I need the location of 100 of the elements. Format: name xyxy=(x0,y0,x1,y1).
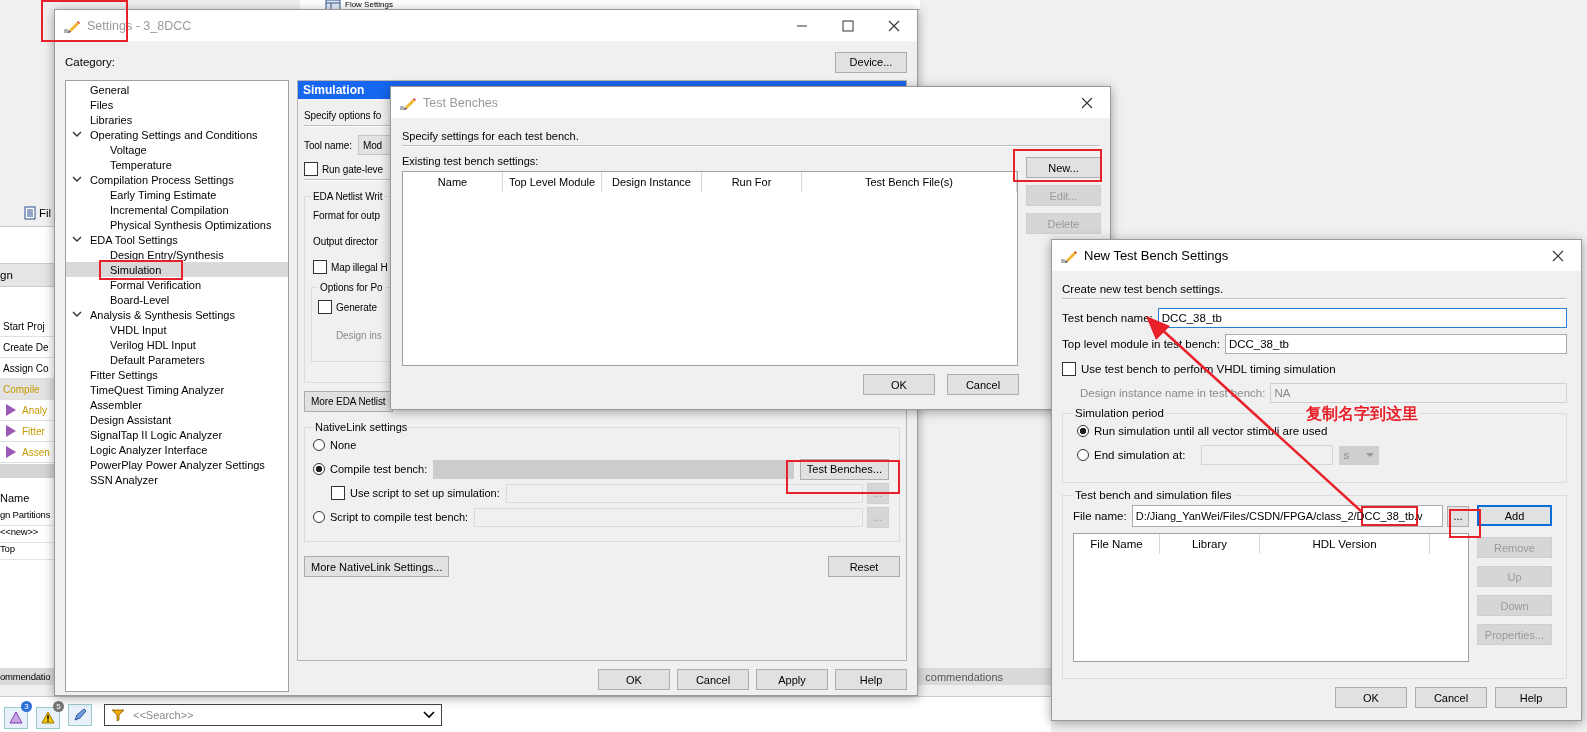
dialog-button[interactable]: OK xyxy=(1335,687,1407,708)
tree-item[interactable]: Physical Synthesis Optimizations xyxy=(66,217,288,232)
time-field[interactable] xyxy=(1201,445,1334,465)
checkbox[interactable] xyxy=(331,486,345,500)
dialog-button[interactable]: Help xyxy=(835,669,907,690)
checkbox[interactable] xyxy=(313,260,327,274)
section-bar xyxy=(0,464,54,478)
column-header: Test Bench File(s) xyxy=(802,172,1017,192)
tree-item[interactable]: Libraries xyxy=(66,112,288,127)
tree-item[interactable]: Logic Analyzer Interface xyxy=(66,442,288,457)
checkbox-label: Use script to set up simulation: xyxy=(350,487,500,499)
radio-label: Script to compile test bench: xyxy=(330,511,469,523)
test-benches-button[interactable]: Test Benches... xyxy=(799,458,889,480)
tree-item[interactable]: SignalTap II Logic Analyzer xyxy=(66,427,288,442)
tree-item[interactable]: Design Entry/Synthesis xyxy=(66,247,288,262)
radio-button[interactable] xyxy=(1077,449,1089,461)
radio-button[interactable] xyxy=(313,439,325,451)
radio-button[interactable] xyxy=(1077,425,1089,437)
unit-value: s xyxy=(1343,449,1350,461)
count-badge: 5 xyxy=(53,700,64,712)
tree-item[interactable]: Design Assistant xyxy=(66,412,288,427)
tree-item[interactable]: TimeQuest Timing Analyzer xyxy=(66,382,288,397)
tree-item[interactable]: Operating Settings and Conditions xyxy=(66,127,288,142)
group-title: EDA Netlist Writ xyxy=(312,191,384,202)
annotation-text: 复制名字到这里 xyxy=(1304,404,1420,425)
close-icon xyxy=(888,19,900,32)
document-icon xyxy=(24,206,36,220)
field-label: Tool name: xyxy=(304,139,352,151)
column-header: Name xyxy=(403,172,503,192)
radio-button[interactable] xyxy=(313,463,325,475)
field-label: Format for outp xyxy=(312,208,381,223)
warning-icon xyxy=(41,711,55,724)
checkbox[interactable] xyxy=(318,300,332,314)
more-button[interactable]: More EDA Netlist xyxy=(304,391,393,412)
toolbar-button[interactable] xyxy=(4,706,28,729)
more-button[interactable]: More NativeLink Settings... xyxy=(304,556,450,577)
side-button[interactable]: New... xyxy=(1026,157,1101,178)
tree-item[interactable]: Verilog HDL Input xyxy=(66,337,288,352)
column-header: HDL Version xyxy=(1260,534,1430,554)
tree-item[interactable]: General xyxy=(66,82,288,97)
radio-button[interactable] xyxy=(313,511,325,523)
tree-item[interactable]: Compilation Process Settings xyxy=(66,172,288,187)
dialog-button[interactable]: Cancel xyxy=(947,374,1019,395)
description: Specify settings for each test bench. xyxy=(402,129,580,144)
tree-item[interactable]: Simulation xyxy=(66,262,288,277)
triangle-icon xyxy=(9,711,23,724)
tab[interactable]: ommendatio xyxy=(0,671,51,682)
tree-item[interactable]: PowerPlay Power Analyzer Settings xyxy=(66,457,288,472)
tree-item[interactable]: SSN Analyzer xyxy=(66,472,288,487)
dropdown-icon xyxy=(1365,452,1376,458)
field-label: Output director xyxy=(312,234,379,249)
tree-item[interactable]: Voltage xyxy=(66,142,288,157)
column-header: File Name xyxy=(1074,534,1160,554)
checkbox[interactable] xyxy=(304,162,318,176)
list-label: Existing test bench settings: xyxy=(402,154,540,169)
menu-item[interactable]: Flow Settings xyxy=(345,0,394,9)
dialog-button[interactable]: Cancel xyxy=(1415,687,1487,708)
tree-item[interactable]: Fitter Settings xyxy=(66,367,288,382)
description: Specify options fo xyxy=(304,109,383,123)
group-title: NativeLink settings xyxy=(314,421,409,433)
group-title: Test bench and simulation files xyxy=(1074,489,1233,501)
column-header: Run For xyxy=(702,172,802,192)
tree-item[interactable]: Board-Level xyxy=(66,292,288,307)
device-button[interactable]: Device... xyxy=(835,51,907,73)
table-icon xyxy=(325,0,341,9)
tree-item[interactable]: Analysis & Synthesis Settings xyxy=(66,307,288,322)
tree-item[interactable]: Formal Verification xyxy=(66,277,288,292)
tree-item[interactable]: Early Timing Estimate xyxy=(66,187,288,202)
column-header: Top Level Module xyxy=(503,172,602,192)
highlight-frame xyxy=(1449,509,1481,538)
module-field[interactable]: DCC_38_tb xyxy=(1224,334,1567,354)
script-field[interactable] xyxy=(505,483,863,503)
dialog-button[interactable]: OK xyxy=(598,669,670,690)
dialog-button[interactable]: Cancel xyxy=(677,669,749,690)
tree-item[interactable]: EDA Tool Settings xyxy=(66,232,288,247)
tree-item[interactable]: Files xyxy=(66,97,288,112)
search-input[interactable]: <<Search>> xyxy=(131,707,417,722)
play-icon xyxy=(6,425,16,437)
dialog-button[interactable]: Help xyxy=(1495,687,1567,708)
tree-item[interactable]: Temperature xyxy=(66,157,288,172)
search-dropdown[interactable]: <<Search>> xyxy=(104,703,442,726)
tree-item[interactable]: Default Parameters xyxy=(66,352,288,367)
reset-button[interactable]: Reset xyxy=(828,556,900,577)
add-button[interactable]: Add xyxy=(1477,505,1552,526)
dialog-button[interactable]: OK xyxy=(863,374,935,395)
tab[interactable]: commendations xyxy=(925,670,1003,683)
tree-item[interactable]: Assembler xyxy=(66,397,288,412)
checkbox[interactable] xyxy=(1062,362,1076,376)
dialog-button[interactable]: Apply xyxy=(756,669,828,690)
radio-label: None xyxy=(330,439,357,451)
close-icon xyxy=(1081,96,1093,109)
toolbar-button[interactable] xyxy=(68,703,92,726)
toolbar-button[interactable] xyxy=(36,706,60,729)
tree-item[interactable]: Incremental Compilation xyxy=(66,202,288,217)
column-header: Name xyxy=(0,492,31,506)
checkbox-label: Map illegal H xyxy=(331,261,388,273)
radio-label: Compile test bench: xyxy=(330,463,428,475)
name-field[interactable]: DCC_38_tb xyxy=(1157,308,1567,328)
column-header: Design Instance xyxy=(602,172,702,192)
tree-item[interactable]: VHDL Input xyxy=(66,322,288,337)
